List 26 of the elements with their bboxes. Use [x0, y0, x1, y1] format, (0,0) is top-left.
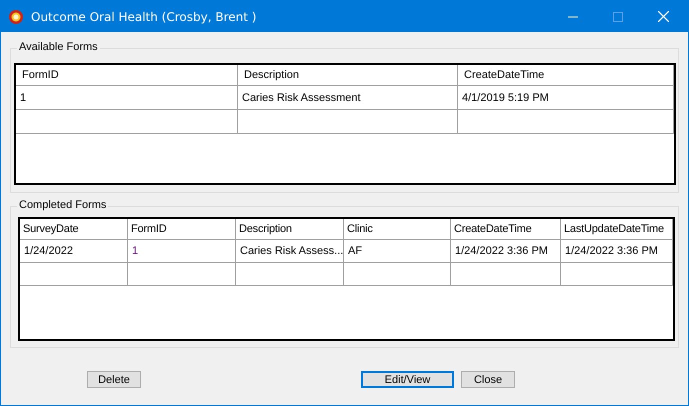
column-header[interactable]: Clinic — [344, 219, 451, 240]
column-header[interactable]: SurveyDate — [20, 219, 128, 240]
close-icon[interactable] — [658, 11, 669, 22]
table-cell: 4/1/2019 5:19 PM — [458, 86, 674, 110]
table-cell: 1/24/2022 — [20, 240, 128, 263]
group-title: Available Forms — [17, 41, 100, 53]
column-header[interactable]: CreateDateTime — [458, 65, 674, 86]
column-header[interactable]: FormID — [16, 65, 238, 86]
table-cell: 1/24/2022 3:36 PM — [451, 240, 561, 263]
table-cell: 1 — [128, 240, 236, 263]
column-header[interactable]: CreateDateTime — [451, 219, 561, 240]
table-cell: Caries Risk Assessment — [238, 86, 458, 110]
group-title: Completed Forms — [17, 199, 108, 211]
column-header[interactable]: LastUpdateDateTime — [561, 219, 673, 240]
column-header[interactable]: Description — [236, 219, 344, 240]
column-header[interactable]: Description — [238, 65, 458, 86]
table-cell: Caries Risk Assess... — [236, 240, 344, 263]
table-cell: 1 — [16, 86, 238, 110]
window-title: Outcome Oral Health (Crosby, Brent ) — [31, 10, 256, 24]
column-header[interactable]: FormID — [128, 219, 236, 240]
table-cell: AF — [344, 240, 451, 263]
dialog-button[interactable]: Edit/View — [361, 371, 454, 388]
table-cell: 1/24/2022 3:36 PM — [561, 240, 673, 263]
dialog-button[interactable]: Close — [461, 371, 515, 388]
dialog-button[interactable]: Delete — [87, 371, 141, 388]
sun-icon — [8, 8, 24, 24]
